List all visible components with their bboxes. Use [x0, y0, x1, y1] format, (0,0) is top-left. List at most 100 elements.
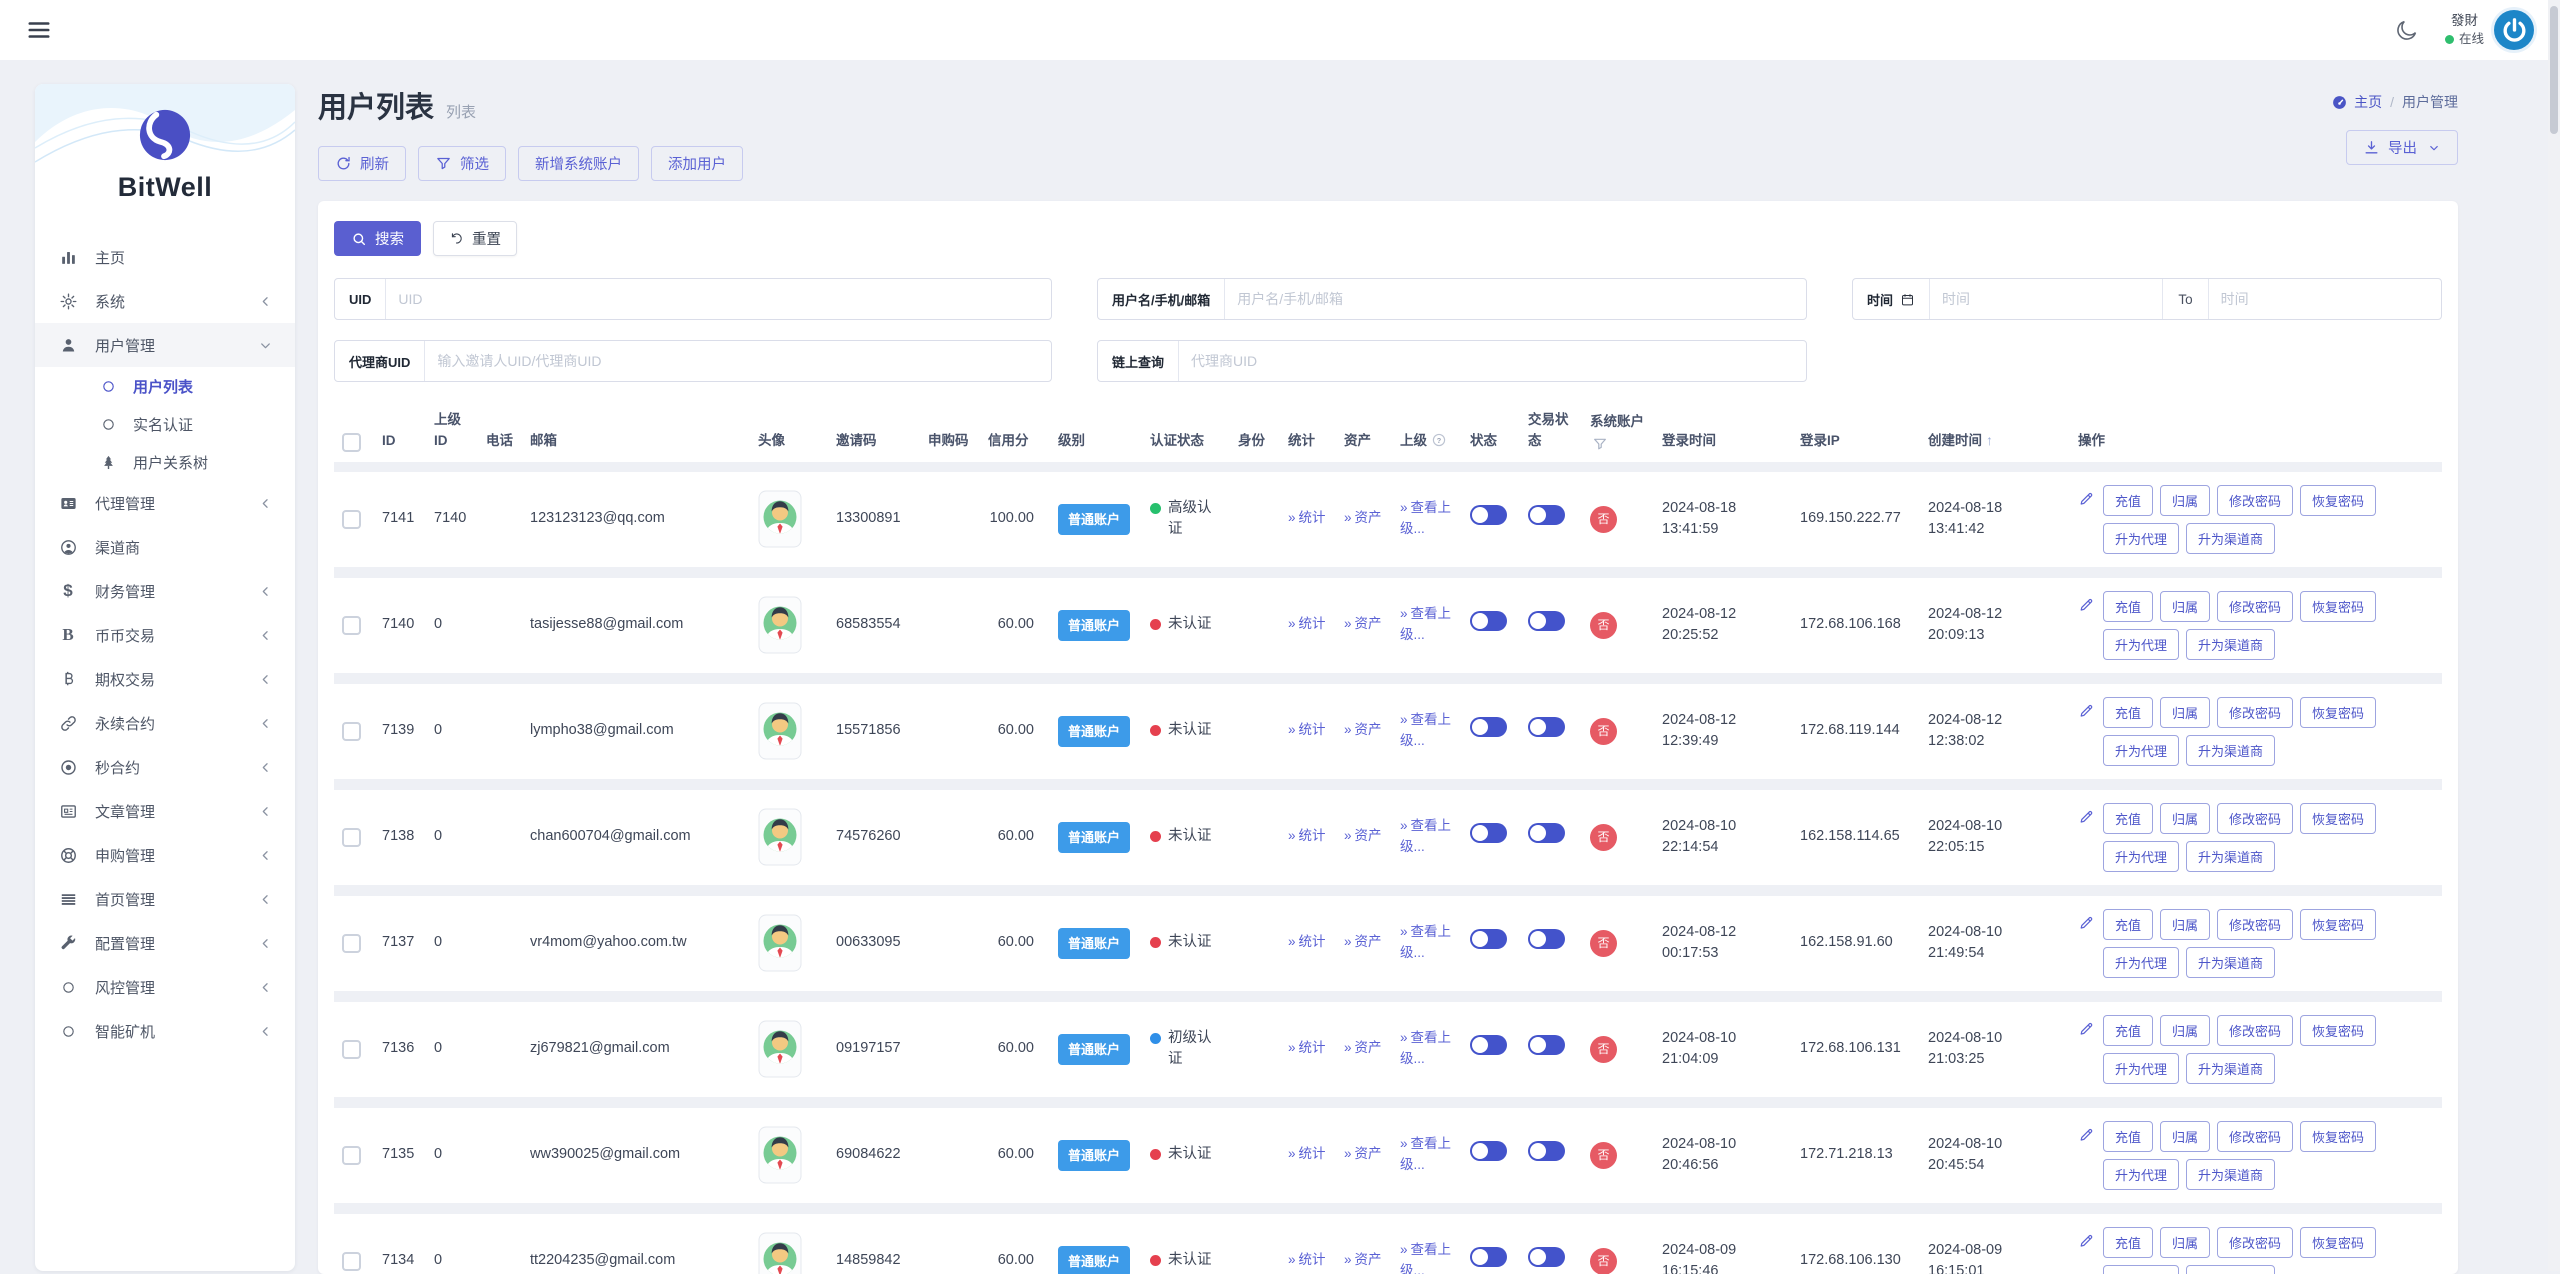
action-attribution-button[interactable]: 归属: [2160, 1015, 2210, 1046]
action-promote-agent-button[interactable]: 升为代理: [2103, 735, 2179, 766]
select-all-checkbox[interactable]: [342, 433, 361, 452]
action-recharge-button[interactable]: 充值: [2103, 485, 2153, 516]
status-toggle[interactable]: [1470, 717, 1507, 737]
time-from-input[interactable]: [1930, 279, 2162, 319]
action-promote-agent-button[interactable]: 升为代理: [2103, 1159, 2179, 1190]
funnel-icon[interactable]: [1592, 436, 1646, 452]
status-toggle[interactable]: [1470, 1141, 1507, 1161]
hamburger-menu-icon[interactable]: [26, 17, 52, 43]
sidebar-item-14[interactable]: 风控管理: [35, 965, 295, 1009]
view-parent-link[interactable]: »查看上级...: [1400, 1242, 1451, 1274]
assets-link[interactable]: »资产: [1344, 828, 1382, 843]
trade-status-toggle[interactable]: [1528, 717, 1565, 737]
assets-link[interactable]: »资产: [1344, 1146, 1382, 1161]
action-attribution-button[interactable]: 归属: [2160, 1121, 2210, 1152]
action-recharge-button[interactable]: 充值: [2103, 909, 2153, 940]
sidebar-item-12[interactable]: 首页管理: [35, 877, 295, 921]
view-parent-link[interactable]: »查看上级...: [1400, 1136, 1451, 1173]
stats-link[interactable]: »统计: [1288, 934, 1326, 949]
row-checkbox[interactable]: [342, 934, 361, 953]
edit-pencil-icon[interactable]: [2078, 1126, 2095, 1143]
assets-link[interactable]: »资产: [1344, 1252, 1382, 1267]
scrollbar-thumb[interactable]: [2550, 6, 2558, 134]
sidebar-item-2[interactable]: 用户管理: [35, 323, 295, 367]
status-toggle[interactable]: [1470, 1247, 1507, 1267]
filter-button[interactable]: 筛选: [418, 146, 506, 181]
action-promote-channel-button[interactable]: 升为渠道商: [2186, 947, 2275, 978]
edit-pencil-icon[interactable]: [2078, 808, 2095, 825]
view-parent-link[interactable]: »查看上级...: [1400, 818, 1451, 855]
sidebar-item-8[interactable]: 永续合约: [35, 701, 295, 745]
sidebar-item-9[interactable]: 秒合约: [35, 745, 295, 789]
export-button[interactable]: 导出: [2346, 130, 2458, 165]
action-promote-agent-button[interactable]: 升为代理: [2103, 1053, 2179, 1084]
action-restore-password-button[interactable]: 恢复密码: [2300, 803, 2376, 834]
sidebar-item-0[interactable]: 主页: [35, 235, 295, 279]
action-recharge-button[interactable]: 充值: [2103, 591, 2153, 622]
assets-link[interactable]: »资产: [1344, 1040, 1382, 1055]
action-promote-channel-button[interactable]: 升为渠道商: [2186, 523, 2275, 554]
view-parent-link[interactable]: »查看上级...: [1400, 1030, 1451, 1067]
dark-mode-moon-icon[interactable]: [2395, 18, 2419, 42]
action-promote-agent-button[interactable]: 升为代理: [2103, 1265, 2179, 1274]
status-toggle[interactable]: [1470, 823, 1507, 843]
chain-query-input[interactable]: [1179, 341, 1806, 381]
view-parent-link[interactable]: »查看上级...: [1400, 712, 1451, 749]
stats-link[interactable]: »统计: [1288, 1252, 1326, 1267]
edit-pencil-icon[interactable]: [2078, 1020, 2095, 1037]
edit-pencil-icon[interactable]: [2078, 1232, 2095, 1249]
uid-input[interactable]: [386, 279, 1051, 319]
trade-status-toggle[interactable]: [1528, 505, 1565, 525]
status-toggle[interactable]: [1470, 929, 1507, 949]
action-restore-password-button[interactable]: 恢复密码: [2300, 909, 2376, 940]
action-promote-agent-button[interactable]: 升为代理: [2103, 629, 2179, 660]
action-attribution-button[interactable]: 归属: [2160, 803, 2210, 834]
add-system-account-button[interactable]: 新增系统账户: [518, 146, 639, 181]
action-change-password-button[interactable]: 修改密码: [2217, 1227, 2293, 1258]
action-change-password-button[interactable]: 修改密码: [2217, 909, 2293, 940]
stats-link[interactable]: »统计: [1288, 1146, 1326, 1161]
breadcrumb-home[interactable]: 主页: [2331, 92, 2382, 112]
sidebar-item-6[interactable]: B币币交易: [35, 613, 295, 657]
action-change-password-button[interactable]: 修改密码: [2217, 1015, 2293, 1046]
trade-status-toggle[interactable]: [1528, 611, 1565, 631]
action-promote-channel-button[interactable]: 升为渠道商: [2186, 1053, 2275, 1084]
assets-link[interactable]: »资产: [1344, 722, 1382, 737]
status-toggle[interactable]: [1470, 611, 1507, 631]
sort-ascending-icon[interactable]: ↑: [1986, 432, 1993, 448]
agent-uid-input[interactable]: [425, 341, 1051, 381]
edit-pencil-icon[interactable]: [2078, 596, 2095, 613]
trade-status-toggle[interactable]: [1528, 1247, 1565, 1267]
action-promote-agent-button[interactable]: 升为代理: [2103, 947, 2179, 978]
action-promote-agent-button[interactable]: 升为代理: [2103, 841, 2179, 872]
trade-status-toggle[interactable]: [1528, 1035, 1565, 1055]
add-user-button[interactable]: 添加用户: [651, 146, 743, 181]
action-promote-channel-button[interactable]: 升为渠道商: [2186, 841, 2275, 872]
sidebar-item-11[interactable]: 申购管理: [35, 833, 295, 877]
edit-pencil-icon[interactable]: [2078, 490, 2095, 507]
sidebar-item-4[interactable]: 渠道商: [35, 525, 295, 569]
row-checkbox[interactable]: [342, 722, 361, 741]
edit-pencil-icon[interactable]: [2078, 914, 2095, 931]
row-checkbox[interactable]: [342, 616, 361, 635]
action-change-password-button[interactable]: 修改密码: [2217, 697, 2293, 728]
sidebar-item-5[interactable]: $财务管理: [35, 569, 295, 613]
row-checkbox[interactable]: [342, 1146, 361, 1165]
scrollbar-track[interactable]: [2548, 0, 2560, 1271]
row-checkbox[interactable]: [342, 1252, 361, 1271]
action-restore-password-button[interactable]: 恢复密码: [2300, 591, 2376, 622]
action-promote-channel-button[interactable]: 升为渠道商: [2186, 1159, 2275, 1190]
sidebar-subitem-2-1[interactable]: 实名认证: [35, 405, 295, 443]
action-promote-channel-button[interactable]: 升为渠道商: [2186, 735, 2275, 766]
action-attribution-button[interactable]: 归属: [2160, 485, 2210, 516]
sidebar-item-1[interactable]: 系统: [35, 279, 295, 323]
avatar[interactable]: [2494, 10, 2534, 50]
action-promote-channel-button[interactable]: 升为渠道商: [2186, 1265, 2275, 1274]
user-menu[interactable]: 發財 在线: [2445, 10, 2534, 50]
stats-link[interactable]: »统计: [1288, 616, 1326, 631]
action-restore-password-button[interactable]: 恢复密码: [2300, 1227, 2376, 1258]
action-restore-password-button[interactable]: 恢复密码: [2300, 697, 2376, 728]
action-restore-password-button[interactable]: 恢复密码: [2300, 1121, 2376, 1152]
view-parent-link[interactable]: »查看上级...: [1400, 500, 1451, 537]
action-promote-channel-button[interactable]: 升为渠道商: [2186, 629, 2275, 660]
